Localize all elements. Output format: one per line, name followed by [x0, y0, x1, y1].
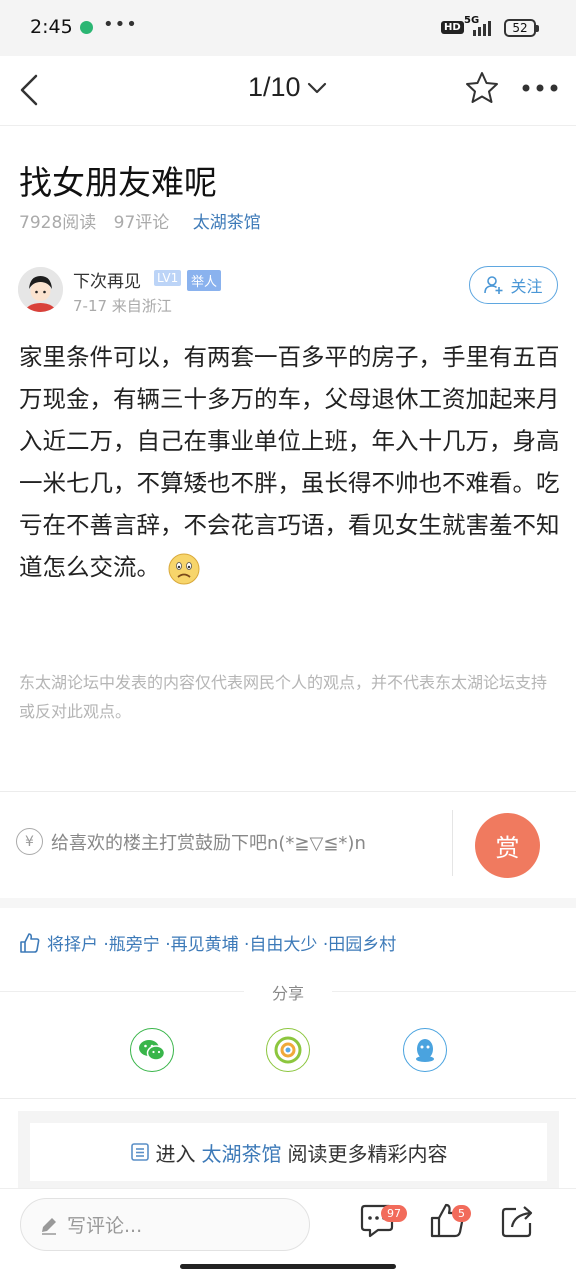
reward-prompt[interactable]: ¥ 给喜欢的楼主打赏鼓励下吧n(*≧▽≦*)n: [16, 828, 366, 855]
post-title: 找女朋友难呢: [19, 163, 217, 202]
comment-placeholder: 写评论...: [67, 1215, 143, 1237]
status-time: 2:45: [30, 16, 73, 38]
list-icon: [130, 1143, 149, 1161]
divider: [0, 1098, 576, 1099]
follow-label: 关注: [510, 277, 543, 296]
enter-forum-panel: 进入 太湖茶馆 阅读更多精彩内容: [18, 1111, 559, 1188]
chevron-down-icon[interactable]: [306, 80, 328, 96]
comment-input[interactable]: 写评论...: [20, 1198, 310, 1251]
avatar[interactable]: [18, 267, 63, 312]
hd-icon: HD: [441, 21, 464, 34]
divider: [0, 791, 576, 792]
page-indicator[interactable]: 1/10: [248, 72, 301, 103]
pencil-icon: [42, 1217, 56, 1235]
favorite-star-icon[interactable]: [464, 70, 500, 106]
wechat-glyph: [139, 1040, 166, 1061]
qq-icon[interactable]: [403, 1028, 447, 1072]
yen-icon: ¥: [16, 828, 43, 855]
moments-glyph: [274, 1036, 302, 1064]
share-icon[interactable]: [498, 1201, 538, 1241]
sad-emoji-icon: [168, 553, 200, 584]
follow-button[interactable]: 关注: [469, 266, 558, 304]
role-badge: 举人: [187, 270, 222, 291]
read-count: 7928阅读: [19, 213, 97, 233]
forum-link[interactable]: 太湖茶馆: [193, 213, 261, 233]
author-name[interactable]: 下次再见: [73, 267, 141, 292]
reward-button[interactable]: 赏: [475, 813, 540, 878]
more-options-icon[interactable]: [520, 82, 560, 94]
app-notification-icon: [80, 21, 93, 34]
comment-count-badge: 97: [381, 1205, 407, 1222]
enter-suffix: 阅读更多精彩内容: [287, 1141, 448, 1166]
enter-prefix: 进入: [155, 1141, 196, 1166]
like-count-badge: 5: [452, 1205, 471, 1222]
disclaimer: 东太湖论坛中发表的内容仅代表网民个人的观点，并不代表东太湖论坛支持或反对此观点。: [19, 673, 548, 721]
comment-count: 97评论: [113, 213, 170, 233]
post-body: 家里条件可以，有两套一百多平的房子，手里有五百万现金，有辆三十多万的车，父母退休…: [19, 336, 561, 588]
signal-icon: [473, 21, 491, 36]
qq-glyph: [416, 1039, 434, 1062]
thumbs-up-icon: [20, 932, 40, 953]
back-icon[interactable]: [14, 70, 50, 110]
enter-forum-name: 太湖茶馆: [201, 1141, 282, 1166]
add-user-icon: [484, 276, 503, 294]
top-nav: 1/10: [0, 56, 576, 126]
liked-by-list[interactable]: 将择户 ·瓶旁宁 ·再见黄埔 ·自由大少 ·田园乡村: [19, 930, 396, 955]
enter-forum-button[interactable]: 进入 太湖茶馆 阅读更多精彩内容: [30, 1123, 547, 1181]
reward-prompt-text: 给喜欢的楼主打赏鼓励下吧n(*≧▽≦*)n: [51, 832, 366, 854]
avatar-image: [18, 267, 63, 312]
post-body-text: 家里条件可以，有两套一百多平的房子，手里有五百万现金，有辆三十多万的车，父母退休…: [19, 343, 560, 581]
share-title: 分享: [271, 984, 304, 1003]
post-date-location: 7-17 来自浙江: [73, 297, 172, 315]
divider: [452, 810, 453, 876]
status-more: •••: [103, 14, 138, 35]
section-separator: [0, 898, 576, 908]
moments-icon[interactable]: [266, 1028, 310, 1072]
liked-by-names: 将择户 ·瓶旁宁 ·再见黄埔 ·自由大少 ·田园乡村: [47, 935, 397, 955]
battery-icon: 52: [504, 19, 539, 37]
status-bar: 2:45 ••• HD 5G 52: [0, 0, 576, 56]
post-meta: 7928阅读 97评论 太湖茶馆: [19, 208, 273, 233]
wechat-icon[interactable]: [130, 1028, 174, 1072]
home-indicator[interactable]: [180, 1264, 396, 1269]
level-badge: LV1: [154, 270, 182, 286]
